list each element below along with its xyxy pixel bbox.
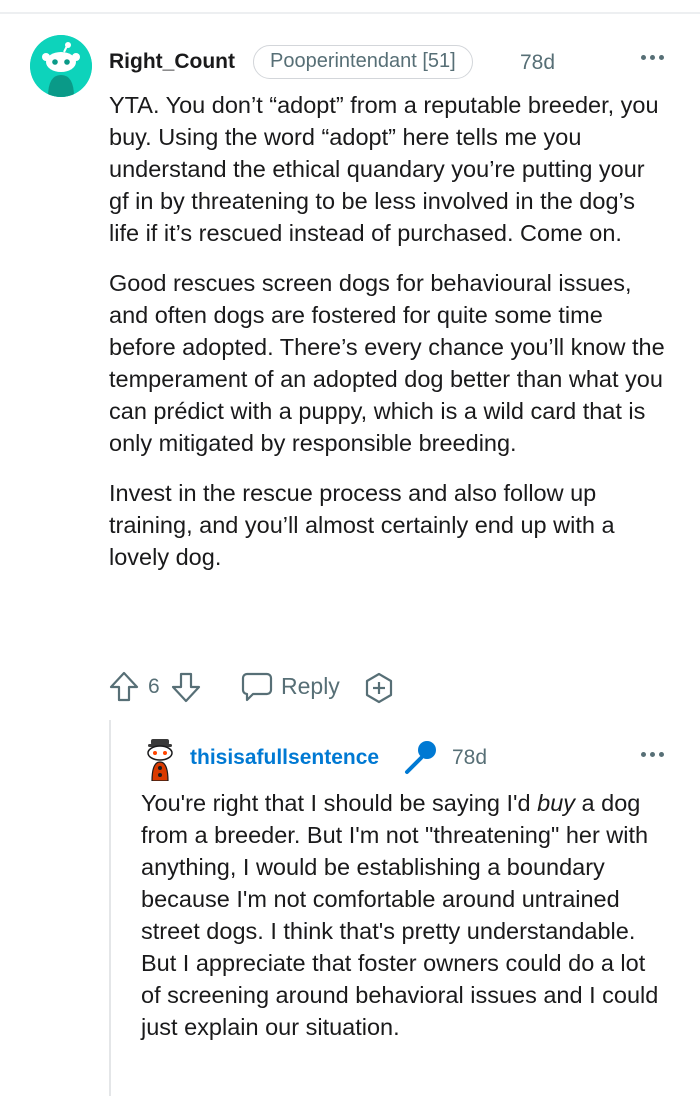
microphone-icon <box>405 741 436 774</box>
reply-user-avatar[interactable] <box>143 737 177 782</box>
reply-text: a dog from a breeder. But I'm not "threa… <box>141 790 659 1040</box>
reply-button[interactable]: Reply <box>281 673 340 700</box>
reply-age: 78d <box>452 746 488 769</box>
upvote-arrow-icon[interactable] <box>108 670 140 704</box>
user-flair: Pooperintendant [51] <box>253 45 473 79</box>
reply-bubble-icon[interactable] <box>240 671 274 703</box>
reply-text: You're right that I should be saying I'd <box>141 790 538 816</box>
user-avatar[interactable] <box>30 35 92 97</box>
reply-username[interactable]: thisisafullsentence <box>190 746 379 770</box>
snoo-avatar-icon <box>30 35 92 97</box>
award-plus-icon[interactable] <box>362 671 396 705</box>
top-divider <box>0 12 700 14</box>
thread-line[interactable] <box>109 720 111 1096</box>
comment-paragraph: YTA. You don’t “adopt” from a reputable … <box>109 92 659 246</box>
comment-body: YTA. You don’t “adopt” from a reputable … <box>109 89 669 591</box>
downvote-arrow-icon[interactable] <box>170 670 202 704</box>
reply-paragraph: You're right that I should be saying I'd… <box>141 787 671 1043</box>
more-options-icon[interactable] <box>641 55 669 65</box>
comment-username[interactable]: Right_Count <box>109 50 235 74</box>
reply-body: You're right that I should be saying I'd… <box>141 787 671 1043</box>
comment-age: 78d <box>520 51 556 74</box>
snoo-avatar-icon <box>147 739 173 782</box>
vote-count: 6 <box>148 675 160 698</box>
reply-more-options-icon[interactable] <box>641 752 669 762</box>
comment-actions: 6 Reply <box>108 670 408 704</box>
reply-emphasis: buy <box>537 790 576 816</box>
comment-paragraph: Good rescues screen dogs for behavioural… <box>109 270 665 456</box>
comment-paragraph: Invest in the rescue process and also fo… <box>109 480 615 570</box>
